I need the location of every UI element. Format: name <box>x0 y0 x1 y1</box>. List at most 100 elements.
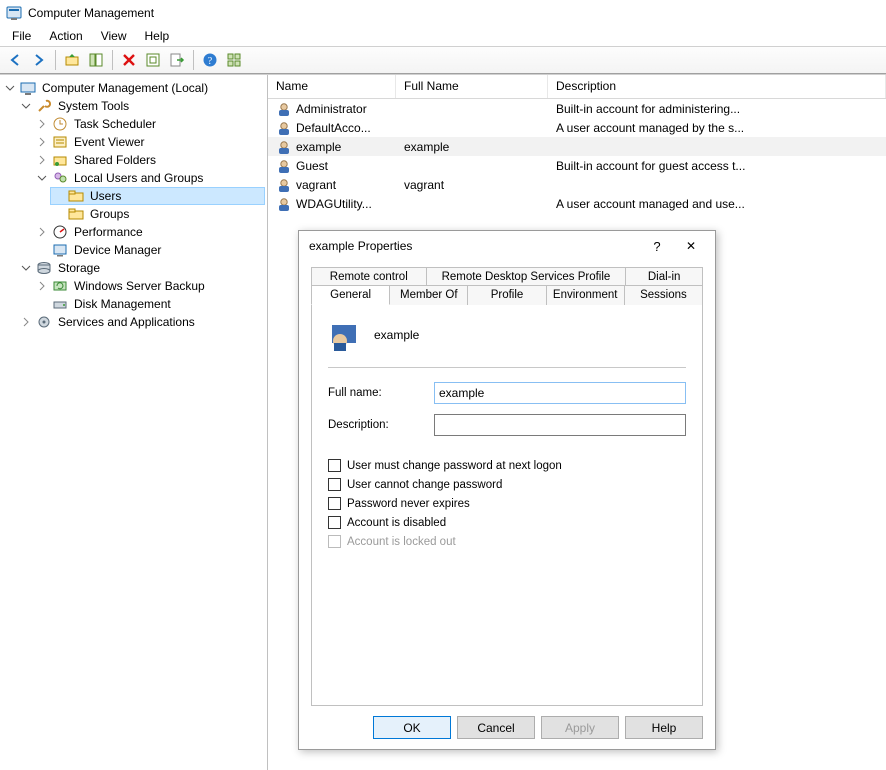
up-button[interactable] <box>61 49 83 71</box>
dialog-username: example <box>374 328 419 342</box>
cell-name: vagrant <box>296 178 336 192</box>
checkbox-icon[interactable] <box>328 497 341 510</box>
chevron-right-icon[interactable] <box>36 118 48 130</box>
dialog-help-button[interactable]: Help <box>625 716 703 739</box>
tree-label: Task Scheduler <box>72 117 158 131</box>
chk-never-expires[interactable]: Password never expires <box>328 497 686 510</box>
dialog-close-button[interactable]: ✕ <box>673 235 709 257</box>
tab-member-of[interactable]: Member Of <box>389 285 468 305</box>
chk-label: Account is locked out <box>347 536 456 548</box>
storage-icon <box>36 260 52 276</box>
col-fullname[interactable]: Full Name <box>396 75 548 98</box>
forward-button[interactable] <box>28 49 50 71</box>
tree-label: Event Viewer <box>72 135 146 149</box>
chk-label: User cannot change password <box>347 479 502 491</box>
list-body[interactable]: AdministratorBuilt-in account for admini… <box>268 99 886 213</box>
export-button[interactable] <box>166 49 188 71</box>
tab-sessions[interactable]: Sessions <box>624 285 703 305</box>
tree-pane[interactable]: Computer Management (Local) System Tools… <box>0 75 268 770</box>
cell-description: A user account managed by the s... <box>548 121 886 135</box>
tree-label: Services and Applications <box>56 315 197 329</box>
menu-action[interactable]: Action <box>41 27 90 45</box>
tree-wsb[interactable]: Windows Server Backup <box>34 277 265 295</box>
tree-disk-mgmt[interactable]: Disk Management <box>34 295 265 313</box>
folder-icon <box>68 206 84 222</box>
menu-file[interactable]: File <box>4 27 39 45</box>
dialog-button-row: OK Cancel Apply Help <box>299 706 715 749</box>
tab-profile[interactable]: Profile <box>467 285 546 305</box>
list-row[interactable]: exampleexample <box>268 137 886 156</box>
chevron-right-icon[interactable] <box>20 316 32 328</box>
chk-cannot-change[interactable]: User cannot change password <box>328 478 686 491</box>
chevron-down-icon[interactable] <box>36 172 48 184</box>
menubar: File Action View Help <box>0 26 886 46</box>
tree-users[interactable]: Users <box>50 187 265 205</box>
back-button[interactable] <box>4 49 26 71</box>
col-name[interactable]: Name <box>268 75 396 98</box>
full-name-input[interactable] <box>434 382 686 404</box>
delete-button[interactable] <box>118 49 140 71</box>
chevron-right-icon[interactable] <box>36 226 48 238</box>
tab-rdsp[interactable]: Remote Desktop Services Profile <box>426 267 627 286</box>
tab-remote-control[interactable]: Remote control <box>311 267 427 286</box>
chevron-right-icon[interactable] <box>36 154 48 166</box>
toolbar-separator <box>55 50 56 70</box>
tree-storage[interactable]: Storage Windows Server Backup Disk Manag… <box>18 259 265 313</box>
tab-general[interactable]: General <box>311 285 390 305</box>
help-button[interactable]: ? <box>199 49 221 71</box>
shared-folder-icon <box>52 152 68 168</box>
clock-icon <box>52 116 68 132</box>
tree-shared-folders[interactable]: Shared Folders <box>34 151 265 169</box>
toolbar-separator <box>193 50 194 70</box>
tile-button[interactable] <box>223 49 245 71</box>
refresh-button[interactable] <box>142 49 164 71</box>
checkbox-icon[interactable] <box>328 516 341 529</box>
chevron-down-icon[interactable] <box>20 100 32 112</box>
tree-label: Local Users and Groups <box>72 171 205 185</box>
menu-view[interactable]: View <box>93 27 135 45</box>
cell-name: WDAGUtility... <box>296 197 372 211</box>
chk-disabled[interactable]: Account is disabled <box>328 516 686 529</box>
tab-dialin[interactable]: Dial-in <box>625 267 703 286</box>
list-row[interactable]: DefaultAcco...A user account managed by … <box>268 118 886 137</box>
list-row[interactable]: vagrant vagrant <box>268 175 886 194</box>
cell-name: example <box>296 140 341 154</box>
list-row[interactable]: WDAGUtility... A user account managed and… <box>268 194 886 213</box>
cell-fullname: vagrant <box>396 178 548 192</box>
list-row[interactable]: GuestBuilt-in account for guest access t… <box>268 156 886 175</box>
tree-task-scheduler[interactable]: Task Scheduler <box>34 115 265 133</box>
tree-device-manager[interactable]: Device Manager <box>34 241 265 259</box>
tree-label: Device Manager <box>72 243 163 257</box>
col-description[interactable]: Description <box>548 75 886 98</box>
show-hide-button[interactable] <box>85 49 107 71</box>
tab-row-secondary: Remote control Remote Desktop Services P… <box>311 267 703 286</box>
menu-help[interactable]: Help <box>137 27 178 45</box>
chevron-down-icon[interactable] <box>4 82 16 94</box>
list-row[interactable]: AdministratorBuilt-in account for admini… <box>268 99 886 118</box>
tree-groups[interactable]: Groups <box>50 205 265 223</box>
tree-event-viewer[interactable]: Event Viewer <box>34 133 265 151</box>
tree-system-tools[interactable]: System Tools Task Scheduler Event Viewer… <box>18 97 265 259</box>
dialog-titlebar[interactable]: example Properties ? ✕ <box>299 231 715 261</box>
apply-button[interactable]: Apply <box>541 716 619 739</box>
cell-description: A user account managed and use... <box>548 197 886 211</box>
checkbox-icon[interactable] <box>328 459 341 472</box>
tree-local-users-groups[interactable]: Local Users and Groups Users Groups <box>34 169 265 223</box>
chevron-right-icon[interactable] <box>36 280 48 292</box>
description-input[interactable] <box>434 414 686 436</box>
chevron-right-icon[interactable] <box>36 136 48 148</box>
tree-services-apps[interactable]: Services and Applications <box>18 313 265 331</box>
tab-environment[interactable]: Environment <box>546 285 625 305</box>
chk-must-change[interactable]: User must change password at next logon <box>328 459 686 472</box>
chevron-down-icon[interactable] <box>20 262 32 274</box>
tree-root[interactable]: Computer Management (Local) System Tools… <box>2 79 265 331</box>
cancel-button[interactable]: Cancel <box>457 716 535 739</box>
titlebar: Computer Management <box>0 0 886 26</box>
checkbox-icon[interactable] <box>328 478 341 491</box>
tree-label: Disk Management <box>72 297 173 311</box>
dialog-help-button[interactable]: ? <box>643 235 671 257</box>
dialog-title: example Properties <box>309 239 412 253</box>
tree-performance[interactable]: Performance <box>34 223 265 241</box>
ok-button[interactable]: OK <box>373 716 451 739</box>
tree-label: Windows Server Backup <box>72 279 207 293</box>
